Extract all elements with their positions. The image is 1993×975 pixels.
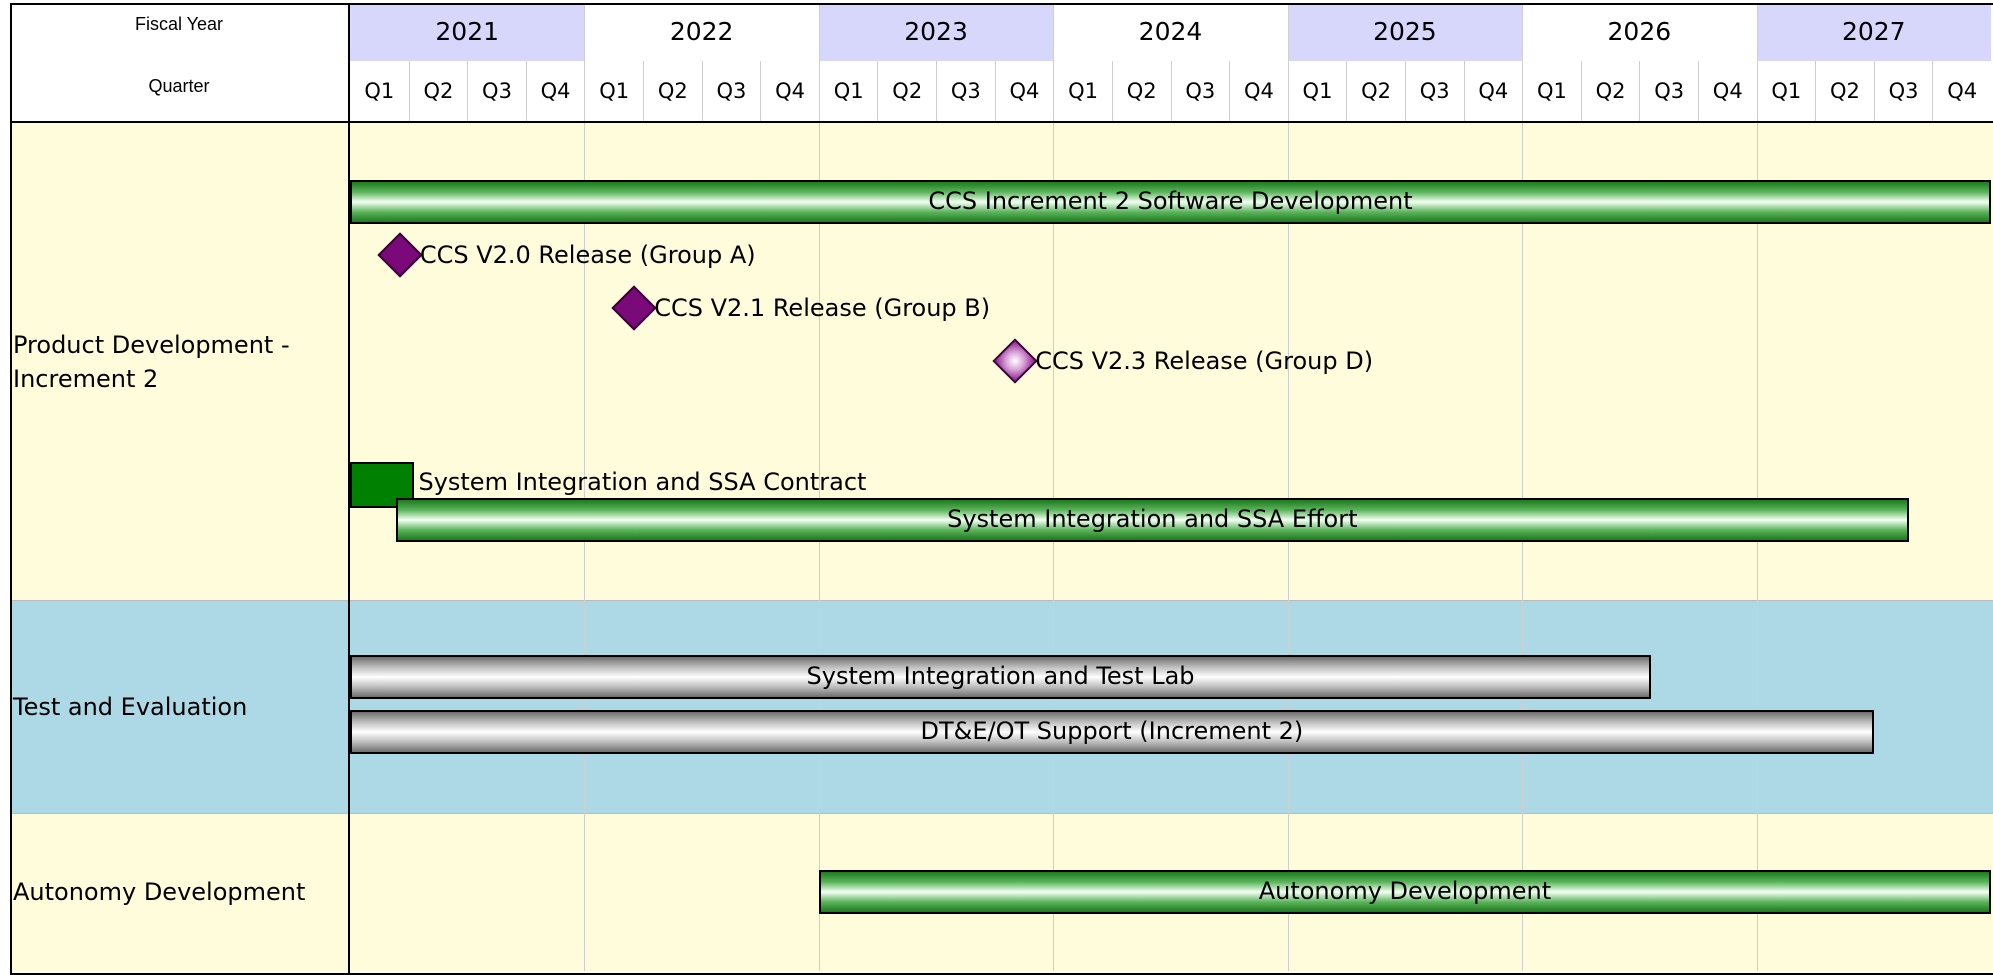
- gantt-frame: Fiscal Year Quarter 2021 2022 2023 2024 2025…: [10, 0, 1993, 975]
- outer-border: [10, 3, 1993, 975]
- header-divider: [10, 121, 1993, 123]
- gantt-chart: Fiscal Year Quarter 2021 2022 2023 2024 2025…: [0, 0, 1993, 975]
- label-column-divider: [348, 3, 350, 973]
